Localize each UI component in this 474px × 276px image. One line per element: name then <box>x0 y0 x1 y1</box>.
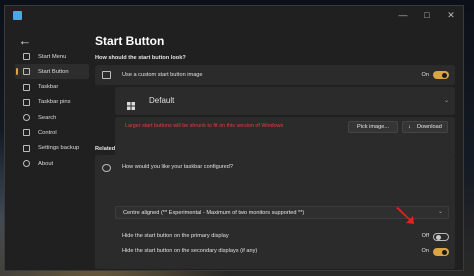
title-bar[interactable]: — □ ✕ <box>5 6 463 26</box>
download-label: Download <box>416 124 442 130</box>
section-question: How should the start button look? <box>95 55 186 61</box>
sidebar-item-label: Start Button <box>38 68 69 75</box>
toggle-knob <box>442 249 447 255</box>
custom-image-state: On <box>421 72 429 78</box>
sidebar: ← Start Menu Start Button Taskbar Taskba… <box>5 26 89 270</box>
chevron-down-icon: ⌄ <box>437 209 443 215</box>
start-menu-icon <box>23 53 30 60</box>
image-icon <box>102 71 111 79</box>
image-select-card[interactable]: Default ⌄ <box>115 87 455 115</box>
taskbar-align-icon <box>102 164 111 172</box>
sidebar-item-taskbar-pins[interactable]: Taskbar pins <box>15 95 89 110</box>
sidebar-item-settings-backup[interactable]: Settings backup <box>15 141 89 156</box>
close-button[interactable]: ✕ <box>439 6 463 24</box>
size-warning: Larger start buttons will be shrunk to f… <box>125 123 284 129</box>
taskbar-pins-icon <box>23 98 30 106</box>
sidebar-item-label: Search <box>38 114 57 121</box>
page-title: Start Button <box>95 34 165 48</box>
sidebar-nav: Start Menu Start Button Taskbar Taskbar … <box>15 49 89 171</box>
sidebar-item-label: Settings backup <box>38 145 80 152</box>
custom-image-toggle[interactable] <box>433 71 449 79</box>
sidebar-item-taskbar[interactable]: Taskbar <box>15 80 89 95</box>
selected-image-name: Default <box>149 96 175 105</box>
sidebar-item-search[interactable]: Search <box>15 110 89 125</box>
secondary-hide-state: On <box>421 248 429 254</box>
minimize-button[interactable]: — <box>391 6 415 24</box>
maximize-button[interactable]: □ <box>415 6 439 24</box>
related-label: Related <box>95 146 116 152</box>
download-button[interactable]: ↓ Download <box>402 121 448 133</box>
sidebar-item-about[interactable]: About <box>15 156 89 171</box>
control-icon <box>23 129 30 137</box>
custom-image-label: Use a custom start button image <box>122 72 203 78</box>
windows-logo-icon <box>127 97 135 110</box>
start-button-icon <box>23 68 30 76</box>
sidebar-item-label: Start Menu <box>38 53 67 60</box>
back-arrow-icon[interactable]: ← <box>15 32 35 48</box>
primary-hide-label: Hide the start button on the primary dis… <box>122 233 229 239</box>
window-controls: — □ ✕ <box>391 6 463 24</box>
settings-window: — □ ✕ ← Start Menu Start Button Taskbar … <box>4 5 464 271</box>
settings-backup-icon <box>23 144 30 152</box>
annotation-arrow-icon <box>396 207 414 224</box>
sidebar-item-label: Taskbar pins <box>38 99 71 106</box>
custom-image-card: Use a custom start button image On <box>95 65 455 85</box>
pick-image-button[interactable]: Pick image... <box>348 121 398 133</box>
primary-hide-toggle[interactable] <box>433 233 449 241</box>
sidebar-item-label: Control <box>38 129 57 136</box>
sidebar-item-start-button[interactable]: Start Button <box>15 64 89 80</box>
toggle-knob <box>436 235 441 240</box>
about-icon <box>23 160 30 168</box>
primary-hide-state: Off <box>421 233 429 239</box>
image-actions-card: Larger start buttons will be shrunk to f… <box>115 116 455 157</box>
taskbar-icon <box>23 83 30 91</box>
chevron-down-icon: ⌄ <box>443 98 449 104</box>
main-content: Start Button How should the start button… <box>95 26 455 270</box>
sidebar-item-label: Taskbar <box>38 84 59 91</box>
sidebar-item-label: About <box>38 160 54 167</box>
sidebar-item-start-menu[interactable]: Start Menu <box>15 49 89 64</box>
app-icon <box>13 11 22 20</box>
sidebar-item-control[interactable]: Control <box>15 125 89 140</box>
toggle-knob <box>442 72 447 78</box>
download-icon: ↓ <box>408 124 411 130</box>
secondary-hide-label: Hide the start button on the secondary d… <box>122 248 258 254</box>
secondary-hide-toggle[interactable] <box>433 248 449 256</box>
taskbar-question: How would you like your taskbar configur… <box>122 164 234 170</box>
taskbar-alignment-value: Centre aligned (** Experimental - Maximu… <box>123 209 305 216</box>
search-icon <box>23 114 30 122</box>
